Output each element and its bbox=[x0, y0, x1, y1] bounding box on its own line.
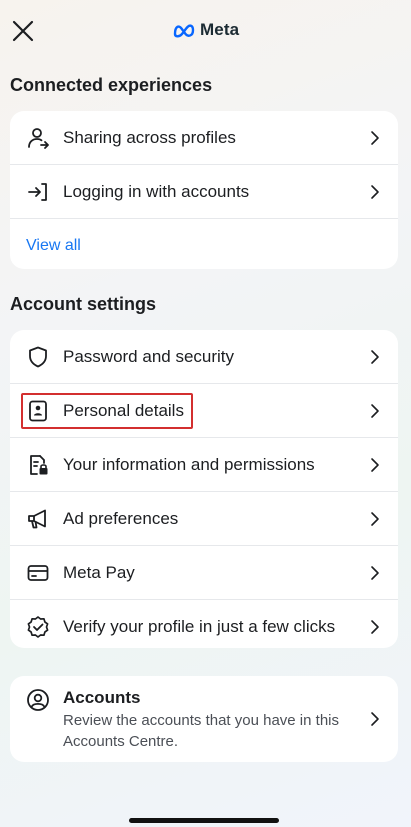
password-and-security-item[interactable]: Password and security bbox=[10, 330, 398, 383]
logging-in-with-accounts-item[interactable]: Logging in with accounts bbox=[10, 164, 398, 218]
login-arrow-icon bbox=[28, 182, 47, 201]
meta-pay-label: Meta Pay bbox=[63, 562, 135, 582]
accounts-title: Accounts bbox=[63, 688, 141, 707]
password-and-security-label: Password and security bbox=[63, 346, 235, 366]
logging-in-with-accounts-label: Logging in with accounts bbox=[63, 181, 250, 201]
profile-share-icon bbox=[28, 127, 49, 149]
personal-details-label: Personal details bbox=[63, 400, 184, 420]
verify-profile-label: Verify your profile in just a few clicks bbox=[63, 616, 336, 636]
home-indicator bbox=[129, 818, 279, 823]
chevron-right-icon bbox=[371, 403, 379, 418]
account-settings-title: Account settings bbox=[10, 294, 157, 314]
sharing-across-profiles-item[interactable]: Sharing across profiles bbox=[10, 111, 398, 164]
megaphone-icon bbox=[28, 509, 46, 528]
your-information-and-permissions-item[interactable]: Your information and permissions bbox=[10, 437, 398, 491]
ad-preferences-label: Ad preferences bbox=[63, 508, 179, 528]
your-information-and-permissions-label: Your information and permissions bbox=[63, 454, 315, 474]
chevron-right-icon bbox=[371, 130, 379, 145]
account-settings-card: Password and security Personal details Y… bbox=[10, 330, 398, 648]
accounts-card: Accounts Review the accounts that you ha… bbox=[10, 676, 398, 762]
chevron-right-icon bbox=[371, 457, 379, 472]
id-card-icon bbox=[29, 400, 47, 421]
chevron-right-icon bbox=[371, 184, 379, 199]
verify-profile-item[interactable]: Verify your profile in just a few clicks bbox=[10, 599, 398, 648]
chevron-right-icon bbox=[371, 565, 379, 580]
accounts-item[interactable]: Accounts Review the accounts that you ha… bbox=[10, 676, 398, 762]
view-all-row: View all bbox=[10, 218, 398, 269]
brand-name: Meta bbox=[200, 20, 240, 39]
header: Meta bbox=[0, 0, 411, 60]
connected-experiences-title: Connected experiences bbox=[10, 75, 213, 95]
meta-pay-item[interactable]: Meta Pay bbox=[10, 545, 398, 599]
verified-badge-icon bbox=[27, 615, 49, 638]
chevron-right-icon bbox=[371, 712, 379, 726]
account-circle-icon bbox=[27, 689, 49, 711]
close-button[interactable] bbox=[10, 18, 36, 44]
view-all-link[interactable]: View all bbox=[26, 237, 81, 255]
sharing-across-profiles-label: Sharing across profiles bbox=[63, 127, 236, 147]
document-lock-icon bbox=[30, 454, 48, 475]
chevron-right-icon bbox=[371, 619, 379, 634]
shield-icon bbox=[29, 346, 47, 367]
accounts-description: Review the accounts that you have in thi… bbox=[63, 712, 339, 750]
chevron-right-icon bbox=[371, 349, 379, 364]
meta-logo-icon bbox=[173, 24, 195, 38]
credit-card-icon bbox=[27, 564, 49, 581]
connected-experiences-card: Sharing across profiles Logging in with … bbox=[10, 111, 398, 269]
ad-preferences-item[interactable]: Ad preferences bbox=[10, 491, 398, 545]
meta-brand: Meta bbox=[172, 20, 239, 40]
chevron-right-icon bbox=[371, 511, 379, 526]
close-icon bbox=[12, 20, 34, 42]
personal-details-item[interactable]: Personal details bbox=[10, 383, 398, 437]
